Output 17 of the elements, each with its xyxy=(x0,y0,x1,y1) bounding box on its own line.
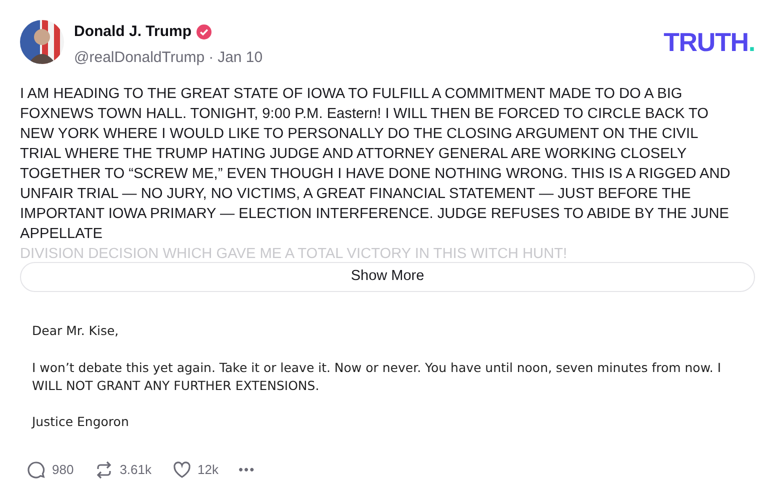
logo[interactable]: TRUTH. xyxy=(664,29,755,55)
author-name[interactable]: Donald J. Trump xyxy=(74,21,192,44)
more-options-button[interactable]: ••• xyxy=(238,460,256,480)
speech-bubble-icon xyxy=(26,460,46,480)
avatar[interactable] xyxy=(20,20,64,64)
post-text: I AM HEADING TO THE GREAT STATE OF IOWA TO FULFILL A COMMITMENT MADE TO DO A BIG FOXNEWS TOWN HALL. TONIGHT, 9:00 P.M. Eastern! I WILL THEN BE FORCED TO CIRCLE BACK TO NEW YORK WHERE I WOULD LIKE TO PERSONALLY DO THE CLOSING ARGUMENT ON THE CIVIL TRIAL WHERE THE TRUMP HATING JUDGE AND ATTORNEY GENERAL ARE WORKING CLOSELY TOGETHER TO “SCREW ME,” EVEN THOUGH I HAVE DONE NOTHING WRONG. THIS IS A RIGGED AND UNFAIR TRIAL — NO JURY, NO VICTIMS, A GREAT FINANCIAL STATEMENT — JUST BEFORE THE IMPORTANT IOWA PRIMARY — ELECTION INTERFERENCE. JUDGE REFUSES TO ABIDE BY THE JUNE APPELLATE xyxy=(20,85,732,244)
reply-button[interactable]: 980 xyxy=(26,460,74,480)
separator-dot: · xyxy=(208,48,214,68)
message-text: I won’t debate this yet again. Take it or leave it. Now or never. You have until noon, seven minutes from now. I WILL NOT GRANT ANY FURTHER EXTENSIONS. xyxy=(32,358,722,395)
repost-button[interactable]: 3.61k xyxy=(94,460,152,480)
show-more-button[interactable]: Show More xyxy=(20,262,755,292)
heart-icon xyxy=(172,460,192,480)
greeting-text: Dear Mr. Kise, xyxy=(32,322,120,340)
like-button[interactable]: 12k xyxy=(172,460,218,480)
handle[interactable]: @realDonaldTrump xyxy=(74,46,205,69)
signature-text: Justice Engoron xyxy=(32,412,130,431)
post-date[interactable]: Jan 10 xyxy=(218,46,263,69)
